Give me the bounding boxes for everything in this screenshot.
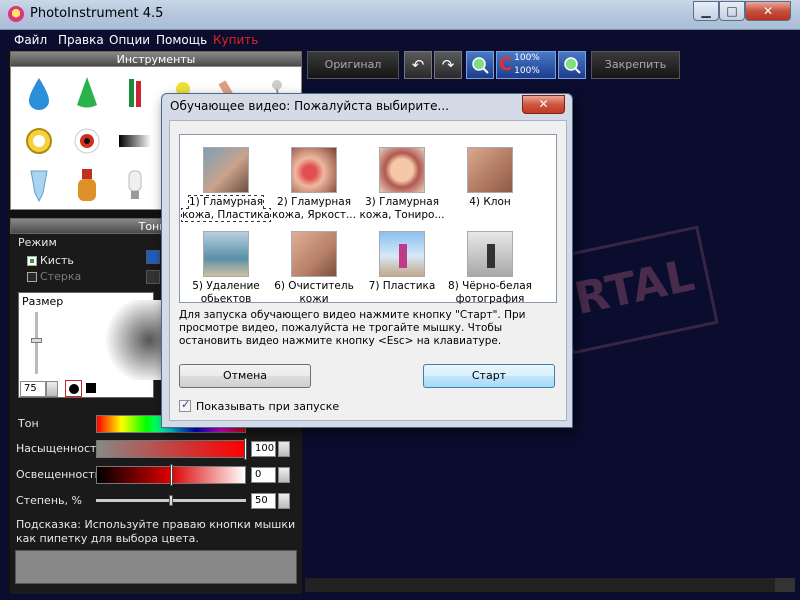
video-thumbnail	[379, 231, 425, 277]
menu-options[interactable]: Опции	[109, 33, 150, 47]
zoom-level-bottom: 100%	[514, 66, 540, 76]
show-on-start-label: Показывать при запуске	[196, 400, 340, 413]
square-brush-icon[interactable]	[86, 383, 96, 393]
hint-text: Подсказка: Используйте праваю кнопки мыш…	[16, 518, 296, 545]
video-thumbnail	[467, 231, 513, 277]
video-item-4[interactable]: 4) Клон	[446, 147, 534, 209]
degree-label: Степень, %	[16, 494, 82, 507]
size-label: Размер	[22, 295, 64, 308]
degree-input[interactable]: 50	[251, 493, 276, 509]
lightness-label: Освещенность	[16, 468, 102, 481]
saturation-input[interactable]: 100	[251, 441, 276, 457]
tutorial-dialog: Обучающее видео: Пожалуйста выбирите... …	[161, 93, 573, 428]
menu-help[interactable]: Помощь	[156, 33, 207, 47]
video-thumbnail	[291, 231, 337, 277]
video-caption: 6) Очиститель кожи	[274, 280, 354, 305]
degree-slider-thumb[interactable]	[169, 495, 173, 506]
mode-label: Режим	[18, 236, 57, 249]
app-icon	[8, 6, 24, 22]
brush-radio[interactable]	[27, 256, 37, 266]
saturation-bar[interactable]	[96, 440, 246, 458]
menu-edit[interactable]: Правка	[58, 33, 104, 47]
horizontal-scrollbar[interactable]	[305, 578, 775, 592]
fix-button[interactable]: Закрепить	[591, 51, 680, 79]
redo-icon[interactable]: ↷	[434, 51, 462, 79]
video-item-1[interactable]: 1) Гламурная кожа, Пластика	[181, 147, 271, 222]
brush-label: Кисть	[40, 254, 74, 267]
brush-preview	[100, 300, 170, 380]
menu-bar: Файл Правка Опции Помощь Купить	[8, 31, 794, 49]
video-item-2[interactable]: 2) Гламурная кожа, Яркост...	[270, 147, 358, 222]
menu-buy[interactable]: Купить	[213, 33, 258, 47]
maximize-button[interactable]: □	[719, 1, 745, 21]
zoom-out-icon[interactable]	[558, 51, 586, 79]
video-caption: 5) Удаление обьектов	[192, 280, 260, 305]
lightness-input[interactable]: 0	[251, 467, 276, 483]
video-caption: 2) Гламурная кожа, Яркост...	[272, 196, 356, 221]
lightness-spinner[interactable]	[278, 467, 290, 483]
color-swatch-dark[interactable]	[146, 270, 160, 284]
video-item-7[interactable]: 7) Пластика	[358, 231, 446, 293]
undo-icon[interactable]: ↶	[404, 51, 432, 79]
video-caption: 3) Гламурная кожа, Тониро...	[359, 196, 445, 221]
hint-preview-box	[15, 550, 297, 584]
video-thumbnail	[203, 231, 249, 277]
dialog-close-button[interactable]: ✕	[522, 95, 565, 114]
color-swatch-blue[interactable]	[146, 250, 160, 264]
size-slider-track[interactable]	[35, 312, 38, 374]
hue-label: Тон	[18, 417, 39, 430]
dialog-title: Обучающее видео: Пожалуйста выбирите...	[170, 99, 449, 113]
video-list: 1) Гламурная кожа, Пластика 2) Гламурная…	[179, 134, 557, 306]
minimize-button[interactable]: ▁	[693, 1, 719, 21]
saturation-label: Насыщенность	[16, 442, 103, 455]
eraser-label: Стерка	[40, 270, 82, 283]
size-spinner[interactable]	[46, 381, 58, 397]
tube-tool-icon[interactable]	[21, 167, 57, 203]
video-thumbnail	[467, 147, 513, 193]
window-title: PhotoInstrument 4.5	[30, 6, 164, 21]
menu-file[interactable]: Файл	[14, 33, 47, 47]
video-item-5[interactable]: 5) Удаление обьектов	[182, 231, 270, 306]
drop-tool-icon[interactable]	[21, 75, 57, 111]
round-brush-icon[interactable]	[65, 380, 82, 397]
saturation-marker[interactable]	[244, 438, 247, 460]
video-caption: 4) Клон	[469, 196, 511, 208]
video-item-8[interactable]: 8) Чёрно-белая фотография	[446, 231, 534, 306]
zoom-level-top: 100%	[514, 53, 540, 63]
degree-spinner[interactable]	[278, 493, 290, 509]
show-on-start-checkbox[interactable]	[179, 398, 191, 412]
size-input[interactable]: 75	[20, 381, 46, 397]
cone-tool-icon[interactable]	[69, 75, 105, 111]
zoom-level: 100% 100%	[512, 52, 542, 78]
size-slider-thumb[interactable]	[31, 338, 42, 343]
video-thumbnail	[379, 147, 425, 193]
tools-panel-title: Инструменты	[10, 51, 302, 67]
dialog-info-text: Для запуска обучающего видео нажмите кно…	[179, 309, 526, 347]
eraser-radio[interactable]	[27, 272, 37, 282]
gradient-tool-icon[interactable]	[117, 123, 153, 159]
scroll-corner	[775, 578, 795, 592]
bottle-tool-icon[interactable]	[69, 167, 105, 203]
bulb-tool-icon[interactable]	[117, 167, 153, 203]
video-thumbnail	[203, 147, 249, 193]
video-item-6[interactable]: 6) Очиститель кожи	[270, 231, 358, 306]
original-button[interactable]: Оригинал	[307, 51, 399, 79]
eye-tool-icon[interactable]	[69, 123, 105, 159]
close-button[interactable]: ✕	[745, 1, 791, 21]
cancel-button[interactable]: Отмена	[179, 364, 311, 388]
start-button[interactable]: Старт	[423, 364, 555, 388]
saturation-spinner[interactable]	[278, 441, 290, 457]
zoom-in-icon[interactable]	[466, 51, 494, 79]
lightness-marker[interactable]	[170, 464, 173, 486]
video-caption: 8) Чёрно-белая фотография	[448, 280, 532, 305]
clock-tool-icon[interactable]	[21, 123, 57, 159]
video-caption: 1) Гламурная кожа, Пластика	[181, 195, 271, 222]
pencil-tool-icon[interactable]	[117, 75, 153, 111]
video-item-3[interactable]: 3) Гламурная кожа, Тониро...	[358, 147, 446, 222]
video-caption: 7) Пластика	[368, 280, 436, 292]
video-thumbnail	[291, 147, 337, 193]
